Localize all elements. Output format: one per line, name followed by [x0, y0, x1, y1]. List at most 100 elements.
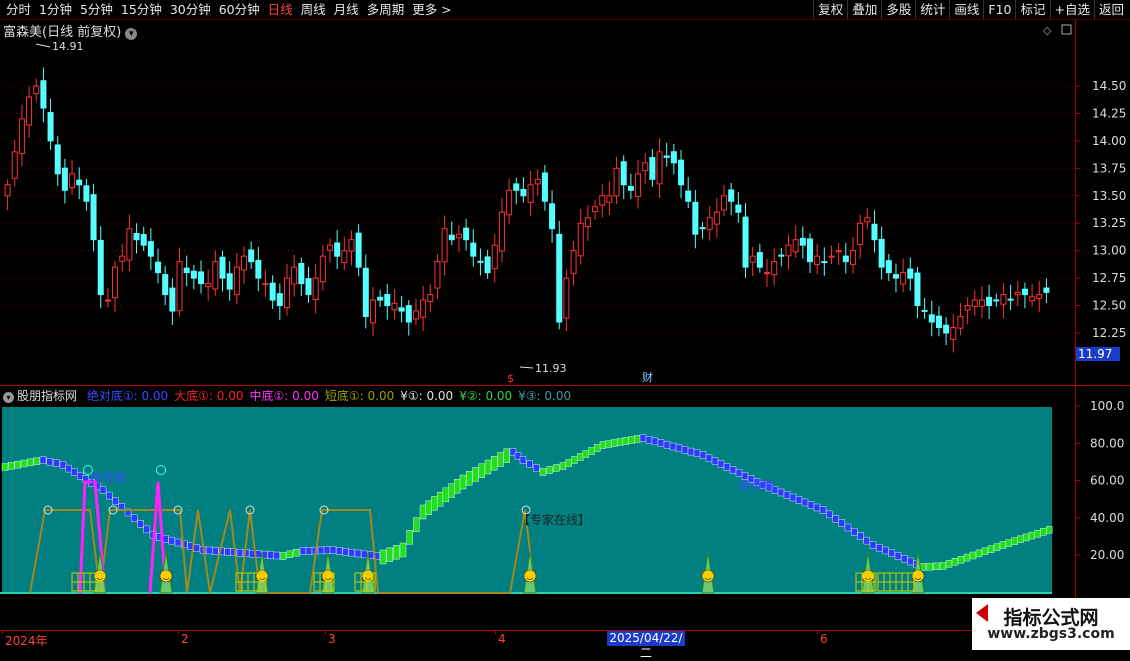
band-segment	[533, 464, 540, 472]
panel-separator-bottom	[0, 630, 1130, 631]
candle-up	[1014, 291, 1021, 296]
candle-up	[849, 250, 856, 266]
candle-up	[771, 261, 778, 276]
candle-up	[584, 217, 591, 228]
candle-up	[119, 255, 126, 262]
band-segment	[813, 503, 821, 512]
band-segment	[273, 551, 281, 560]
candle-up	[291, 266, 298, 285]
band-segment	[1011, 537, 1018, 545]
collapse-icon[interactable]: ▾	[3, 392, 14, 403]
band-segment	[1022, 533, 1030, 542]
candle-down	[255, 259, 262, 279]
candle-down	[90, 194, 97, 241]
band-segment	[137, 520, 144, 528]
band-segment	[39, 456, 47, 464]
band-segment	[336, 547, 343, 555]
band-segment	[466, 471, 473, 486]
indicator-value-5: ¥②: 0.00	[459, 389, 513, 403]
indicator-tick-label: 40.00	[1090, 511, 1124, 525]
candle-down	[699, 227, 706, 230]
candle-down	[907, 268, 914, 279]
candle-down	[40, 80, 47, 109]
band-segment	[425, 500, 432, 515]
candle-down	[133, 233, 140, 241]
band-segment	[431, 496, 438, 511]
candle-down	[943, 324, 950, 334]
band-segment	[951, 558, 959, 566]
candle-down	[463, 227, 470, 241]
candle-down	[298, 262, 305, 285]
band-segment	[687, 447, 695, 456]
band-segment	[729, 466, 737, 474]
band-segment	[777, 488, 785, 497]
candle-up	[412, 310, 419, 320]
band-segment	[472, 467, 479, 482]
price-tick-label: 13.00	[1092, 244, 1126, 258]
candle-up	[613, 167, 620, 197]
candle-down	[993, 299, 1000, 302]
candle-up	[176, 261, 183, 312]
candle-up	[570, 250, 577, 274]
band-segment	[571, 456, 578, 464]
candle-up	[864, 217, 871, 223]
dividend-marker: $	[507, 372, 514, 385]
band-segment	[594, 444, 601, 452]
candle-up	[391, 302, 398, 311]
candle-down	[448, 234, 455, 241]
expert-online-label: 【专家在线】	[518, 512, 590, 527]
band-segment	[33, 457, 40, 465]
band-segment	[645, 436, 653, 444]
band-segment	[599, 441, 607, 449]
band-segment	[657, 439, 665, 447]
band-segment	[65, 464, 72, 473]
band-segment	[819, 506, 827, 514]
candle-down	[986, 296, 993, 307]
candle-down	[83, 185, 90, 202]
smiley-icon	[361, 569, 375, 583]
band-segment	[224, 548, 231, 556]
candle-up	[506, 189, 513, 216]
high-pointer	[35, 43, 51, 48]
candle-down	[821, 261, 828, 264]
candle-up	[964, 305, 971, 311]
band-segment	[783, 491, 791, 499]
band-segment	[14, 460, 21, 469]
chart-canvas[interactable]: 14.50 14.25 14.00 13.75 13.50 13.25 13.00 12.75…	[0, 0, 1130, 650]
band-segment	[987, 545, 995, 553]
band-segment	[106, 491, 113, 500]
band-segment	[267, 551, 274, 559]
band-segment	[999, 541, 1007, 549]
candle-up	[635, 173, 642, 197]
band-segment	[519, 456, 527, 464]
price-tick-label: 12.50	[1092, 299, 1126, 313]
band-segment	[293, 548, 300, 557]
band-segment	[559, 462, 567, 470]
indicator-name[interactable]: 股朋指标网	[17, 389, 77, 403]
indicator-tick-label: 80.00	[1090, 436, 1124, 450]
date-label-4: 6	[820, 632, 828, 646]
candle-up	[534, 178, 541, 185]
band-segment	[901, 555, 908, 563]
band-segment	[882, 546, 889, 555]
band-segment	[663, 441, 671, 449]
candle-down	[541, 172, 548, 202]
band-segment	[628, 436, 635, 444]
band-segment	[669, 442, 677, 451]
candle-up	[348, 239, 355, 252]
band-segment	[907, 557, 914, 566]
candle-down	[377, 296, 384, 301]
candle-up	[33, 85, 40, 95]
indicator-value-0: 绝对底①: 0.00	[86, 389, 169, 403]
band-segment	[565, 459, 572, 467]
band-segment	[99, 486, 107, 494]
candle-down	[742, 216, 749, 268]
candle-up	[785, 244, 792, 257]
band-segment	[945, 560, 953, 568]
band-segment	[419, 504, 427, 520]
band-segment	[279, 552, 287, 560]
band-segment	[46, 457, 53, 466]
band-segment	[20, 459, 28, 468]
indicator-value-4: ¥①: 0.00	[400, 389, 454, 403]
band-segment	[8, 462, 15, 470]
